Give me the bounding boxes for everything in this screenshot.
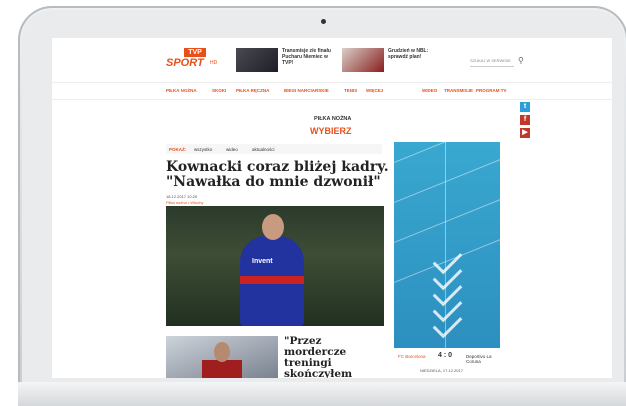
promo-link-2[interactable]: Grudzień w NBL: sprawdź plan!	[342, 48, 442, 72]
player-head	[214, 342, 230, 362]
search-input[interactable]: SZUKAJ W SERWISIE	[470, 58, 514, 67]
nav-item-more[interactable]: WIĘCEJ	[366, 88, 383, 93]
browser-screen: TVP SPORT HD Transmisje z/e finału Pucha…	[52, 38, 612, 378]
score-value: 4 : 0	[438, 352, 453, 359]
advertisement-banner[interactable]	[394, 142, 500, 348]
filter-bar: POKAŻ: wszystko wideo aktualności	[166, 144, 382, 154]
second-article-title[interactable]: "Przez mordercze treningi skończyłem kar…	[284, 336, 384, 379]
logo-suffix: HD	[210, 60, 218, 66]
filter-news[interactable]: aktualności	[252, 147, 275, 152]
laptop-chin	[18, 382, 626, 406]
nav-item-handball[interactable]: PIŁKA RĘCZNA	[236, 88, 269, 93]
player-body	[202, 360, 242, 378]
filter-label: POKAŻ:	[169, 147, 187, 152]
search-icon[interactable]: ⚲	[518, 56, 524, 65]
category-label: PIŁKA NOŻNA	[314, 116, 352, 122]
nav-item-tv-program[interactable]: PROGRAM TV	[476, 88, 507, 93]
match-date: NIEDZIELA, 17.12.2017	[420, 368, 463, 373]
nav-item-tennis[interactable]: TENIS	[344, 88, 357, 93]
category-picker[interactable]: WYBIERZ	[310, 126, 352, 136]
promo-link-1[interactable]: Transmisje z/e finału Pucharu Niemiec w …	[236, 48, 336, 72]
jersey-stripe	[240, 276, 304, 284]
youtube-icon[interactable]: ▶	[520, 128, 530, 138]
facebook-icon[interactable]: f	[520, 115, 530, 125]
site-logo[interactable]: TVP SPORT HD	[166, 48, 220, 70]
team-home: FC Barcelona	[398, 354, 426, 359]
nav-item-jumps[interactable]: SKOKI	[212, 88, 226, 93]
article-photo[interactable]: Invent	[166, 206, 384, 326]
main-nav: PIŁKA NOŻNA SKOKI PIŁKA RĘCZNA BIEGI NAR…	[52, 82, 612, 100]
player-head	[262, 214, 284, 240]
nav-item-football[interactable]: PIŁKA NOŻNA	[166, 88, 197, 93]
logo-badge: TVP	[184, 48, 206, 57]
filter-all[interactable]: wszystko	[194, 147, 212, 152]
promo-thumbnail	[342, 48, 384, 72]
filter-video[interactable]: wideo	[226, 147, 238, 152]
promo-text: Grudzień w NBL: sprawdź plan!	[388, 48, 429, 60]
jersey-sponsor: Invent	[252, 258, 273, 265]
promo-thumbnail	[236, 48, 278, 72]
logo-text: SPORT	[166, 57, 204, 69]
site-header: TVP SPORT HD Transmisje z/e finału Pucha…	[52, 38, 612, 78]
team-away: Deportivo La Coruna	[466, 354, 492, 364]
match-score[interactable]: FC Barcelona 4 : 0 Deportivo La Coruna	[394, 352, 500, 364]
camera-icon	[321, 19, 326, 24]
nav-item-skiing[interactable]: BIEGI NARCIARSKIE	[284, 88, 329, 93]
twitter-icon[interactable]: t	[520, 102, 530, 112]
article-date: 18.12.2017 10:29	[166, 194, 198, 199]
nav-item-video[interactable]: WIDEO	[422, 88, 437, 93]
article-breadcrumb[interactable]: Piłka nożna • Włochy	[166, 200, 203, 205]
nav-item-broadcasts[interactable]: TRANSMISJE	[444, 88, 473, 93]
second-article-photo[interactable]	[166, 336, 278, 378]
article-title[interactable]: Kownacki coraz bliżej kadry. "Nawałka do…	[166, 160, 396, 190]
promo-text: Transmisje z/e finału Pucharu Niemiec w …	[282, 48, 331, 66]
laptop-frame: TVP SPORT HD Transmisje z/e finału Pucha…	[18, 6, 626, 406]
